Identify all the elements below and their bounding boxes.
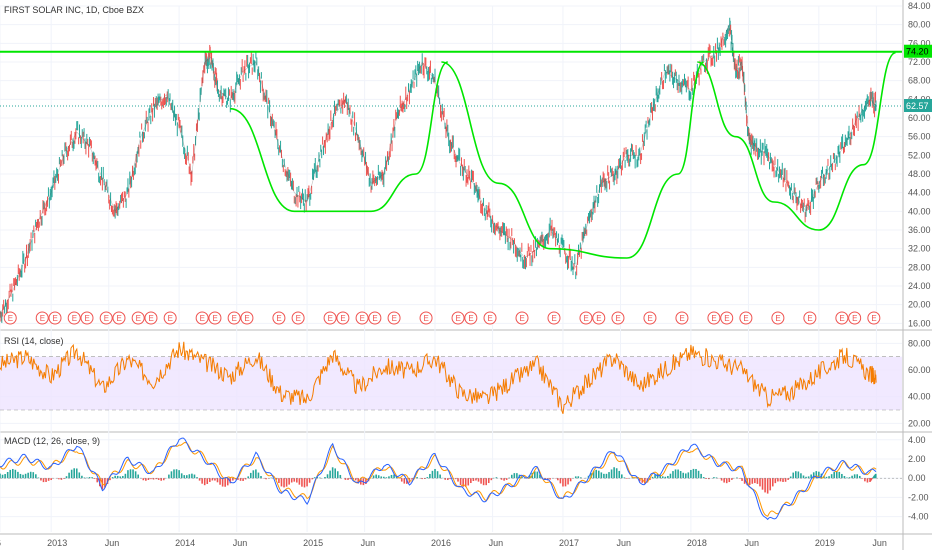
earnings-marker-label: E — [40, 314, 45, 323]
earnings-marker-label: E — [168, 314, 173, 323]
earnings-marker-label: E — [468, 314, 473, 323]
earnings-marker-label: E — [296, 314, 301, 323]
earnings-marker-label: E — [679, 314, 684, 323]
price-tick-label: 80.00 — [908, 20, 931, 30]
x-tick-label: Jun — [617, 538, 632, 548]
earnings-marker-label: E — [852, 314, 857, 323]
price-tick-label: 52.00 — [908, 150, 931, 160]
x-tick-label: Jun — [105, 538, 120, 548]
earnings-marker-label: E — [871, 314, 876, 323]
x-tick-label: 2019 — [815, 538, 835, 548]
earnings-marker-label: E — [647, 314, 652, 323]
price-tick-label: 48.00 — [908, 169, 931, 179]
earnings-marker-label: E — [53, 314, 58, 323]
x-tick-label: Jun — [489, 538, 504, 548]
macd-tick-label: 2.00 — [908, 454, 926, 464]
earnings-marker-label: E — [839, 314, 844, 323]
price-tick-label: 72.00 — [908, 57, 931, 67]
rsi-tick-label: 40.00 — [908, 392, 931, 402]
earnings-marker-label: E — [372, 314, 377, 323]
earnings-marker-label: E — [775, 314, 780, 323]
macd-tick-label: -2.00 — [908, 492, 929, 502]
price-tick-label: 24.00 — [908, 281, 931, 291]
earnings-marker-label: E — [392, 314, 397, 323]
earnings-marker-label: E — [711, 314, 716, 323]
earnings-marker-label: E — [276, 314, 281, 323]
earnings-marker-label: E — [807, 314, 812, 323]
earnings-marker-label: E — [148, 314, 153, 323]
chart-title: FIRST SOLAR INC, 1D, Cboe BZX — [4, 5, 144, 15]
earnings-marker-label: E — [488, 314, 493, 323]
price-tick-label: 32.00 — [908, 244, 931, 254]
x-tick-label: Jun — [744, 538, 759, 548]
earnings-marker-label: E — [232, 314, 237, 323]
earnings-marker-label: E — [596, 314, 601, 323]
earnings-marker-label: E — [360, 314, 365, 323]
x-tick-label: 2018 — [687, 538, 707, 548]
price-tick-label: 44.00 — [908, 188, 931, 198]
price-tick-label: 68.00 — [908, 76, 931, 86]
earnings-marker-label: E — [244, 314, 249, 323]
chart-root: 84.0080.0076.0072.0068.0064.0060.0056.00… — [0, 0, 932, 550]
earnings-marker-label: E — [200, 314, 205, 323]
rsi-title: RSI (14, close) — [4, 336, 64, 346]
earnings-marker-label: E — [116, 314, 121, 323]
earnings-marker-label: E — [136, 314, 141, 323]
earnings-marker-label: E — [520, 314, 525, 323]
macd-tick-label: 4.00 — [908, 435, 926, 445]
x-tick-label: Jun — [233, 538, 248, 548]
x-tick-label: 2013 — [47, 538, 67, 548]
earnings-marker-label: E — [340, 314, 345, 323]
earnings-marker-label: E — [424, 314, 429, 323]
rsi-tick-label: 80.00 — [908, 338, 931, 348]
x-tick-label: 2017 — [559, 538, 579, 548]
earnings-marker-label: E — [328, 314, 333, 323]
earnings-marker-label: E — [743, 314, 748, 323]
price-tick-label: 84.00 — [908, 1, 931, 11]
earnings-marker-label: E — [8, 314, 13, 323]
macd-tick-label: -4.00 — [908, 512, 929, 522]
earnings-marker-label: E — [104, 314, 109, 323]
price-tick-label: 60.00 — [908, 113, 931, 123]
macd-tick-label: 0.00 — [908, 473, 926, 483]
x-tick-label: 2015 — [303, 538, 323, 548]
x-tick-label: Jun — [361, 538, 376, 548]
last-price-badge-label: 62.57 — [906, 101, 929, 111]
earnings-marker-label: E — [85, 314, 90, 323]
price-tick-label: 28.00 — [908, 262, 931, 272]
earnings-marker-label: E — [551, 314, 556, 323]
rsi-tick-label: 60.00 — [908, 365, 931, 375]
chart-svg: 84.0080.0076.0072.0068.0064.0060.0056.00… — [0, 0, 932, 550]
earnings-marker-label: E — [615, 314, 620, 323]
x-tick-label: 2016 — [431, 538, 451, 548]
background — [0, 0, 932, 550]
price-tick-label: 36.00 — [908, 225, 931, 235]
price-tick-label: 20.00 — [908, 300, 931, 310]
rsi-tick-label: 20.00 — [908, 418, 931, 428]
earnings-marker-label: E — [583, 314, 588, 323]
x-tick-label: Jun — [872, 538, 887, 548]
macd-title: MACD (12, 26, close, 9) — [4, 436, 100, 446]
price-tick-label: 16.00 — [908, 318, 931, 328]
x-tick-label: 2014 — [175, 538, 195, 548]
earnings-marker-label: E — [456, 314, 461, 323]
earnings-marker-label: E — [724, 314, 729, 323]
price-tick-label: 40.00 — [908, 206, 931, 216]
resistance-badge-label: 74.20 — [906, 47, 929, 57]
earnings-marker-label: E — [212, 314, 217, 323]
earnings-marker-label: E — [72, 314, 77, 323]
x-tick-label: 6 — [0, 538, 1, 548]
price-tick-label: 56.00 — [908, 132, 931, 142]
